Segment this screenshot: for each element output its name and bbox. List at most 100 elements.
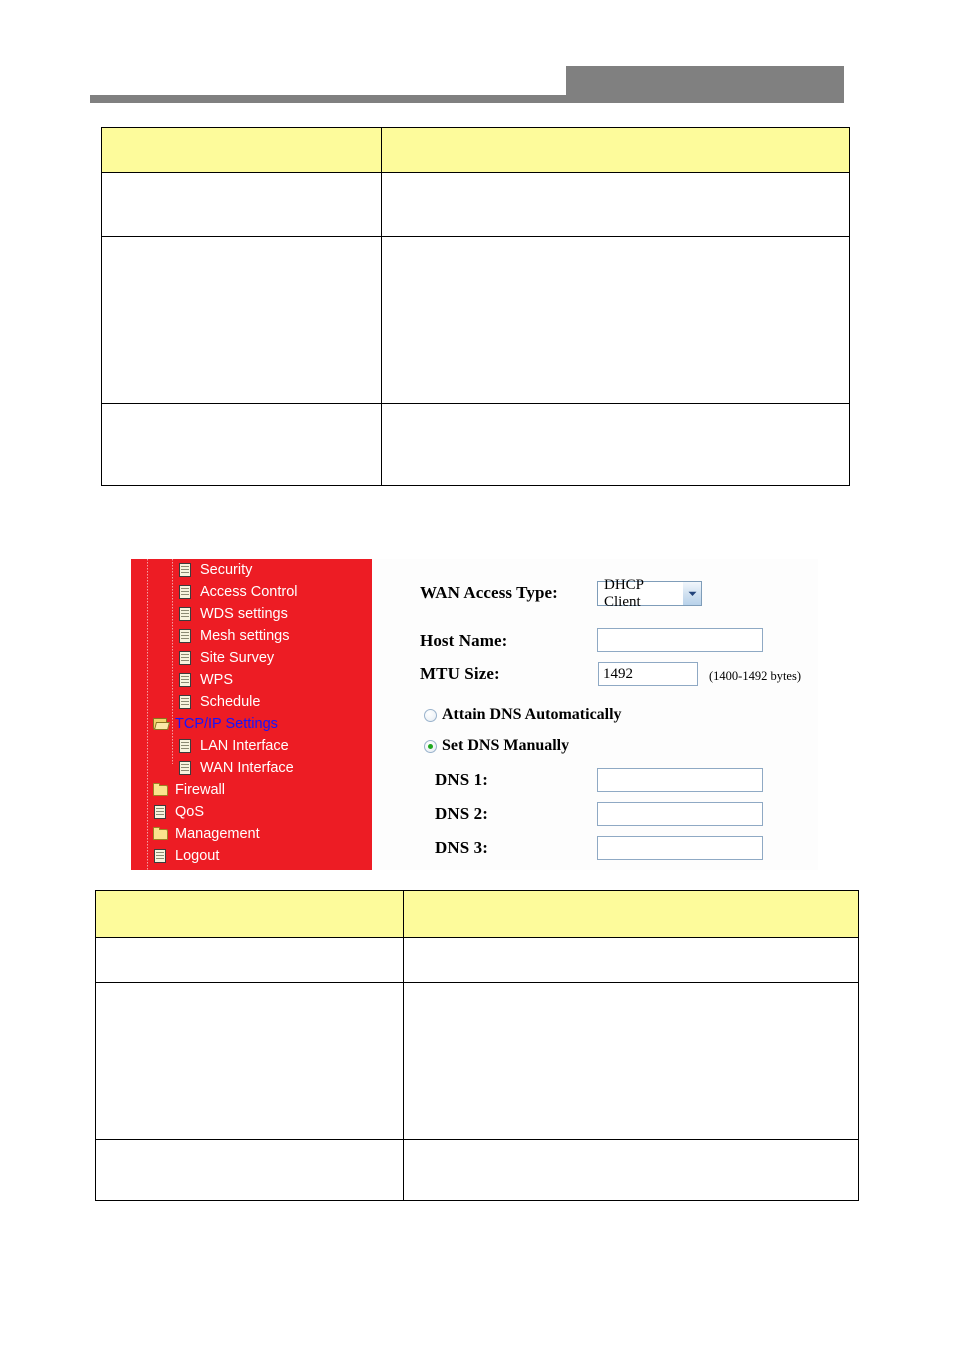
table-header-cell-name bbox=[95, 890, 404, 938]
wan-access-type-select[interactable]: DHCP Client bbox=[597, 576, 702, 610]
table-cell-description bbox=[403, 937, 859, 983]
sidebar-item-wds-settings[interactable]: WDS settings bbox=[131, 603, 372, 625]
radio-checked-icon[interactable] bbox=[424, 739, 437, 753]
table-cell-description bbox=[381, 403, 850, 486]
parameter-description-table-top bbox=[101, 127, 850, 486]
sidebar-item-lan-interface[interactable]: LAN Interface bbox=[131, 735, 372, 757]
dns2-input[interactable] bbox=[597, 802, 763, 826]
sidebar-item-label: Schedule bbox=[200, 694, 261, 710]
sidebar-item-management[interactable]: Management bbox=[131, 823, 372, 845]
table-row bbox=[101, 236, 850, 404]
dns1-input[interactable] bbox=[597, 768, 763, 792]
table-row bbox=[95, 1139, 859, 1201]
sidebar-item-label: Firewall bbox=[175, 782, 225, 798]
sidebar-item-wan-interface[interactable]: WAN Interface bbox=[131, 757, 372, 779]
page-icon bbox=[178, 672, 194, 688]
header-badge bbox=[566, 66, 844, 103]
sidebar-item-label: QoS bbox=[175, 804, 205, 820]
table-cell-description bbox=[403, 1139, 859, 1201]
dns2-row: DNS 2: bbox=[435, 804, 488, 824]
page-icon bbox=[178, 628, 194, 644]
mtu-size-row: MTU Size: bbox=[420, 664, 500, 684]
sidebar-item-mesh-settings[interactable]: Mesh settings bbox=[131, 625, 372, 647]
page-icon bbox=[178, 584, 194, 600]
chevron-down-icon[interactable] bbox=[682, 582, 701, 605]
attain-dns-automatically-label: Attain DNS Automatically bbox=[442, 706, 622, 723]
table-row bbox=[95, 937, 859, 983]
sidebar-item-wps[interactable]: WPS bbox=[131, 669, 372, 691]
table-header-row bbox=[95, 890, 859, 938]
dns2-label: DNS 2: bbox=[435, 804, 489, 823]
sidebar-item-label: Management bbox=[175, 826, 260, 842]
page-icon bbox=[153, 804, 169, 820]
table-cell-description bbox=[403, 982, 859, 1140]
sidebar-item-schedule[interactable]: Schedule bbox=[131, 691, 372, 713]
host-name-row: Host Name: bbox=[420, 631, 507, 651]
sidebar-item-site-survey[interactable]: Site Survey bbox=[131, 647, 372, 669]
sidebar-item-firewall[interactable]: Firewall bbox=[131, 779, 372, 801]
sidebar-item-label: Mesh settings bbox=[200, 628, 290, 644]
table-cell-name bbox=[101, 236, 382, 404]
wan-access-type-row: WAN Access Type: bbox=[420, 583, 558, 603]
sidebar-item-logout[interactable]: Logout bbox=[131, 845, 372, 867]
wan-access-type-label: WAN Access Type: bbox=[420, 583, 558, 602]
set-dns-manually-label: Set DNS Manually bbox=[442, 737, 570, 754]
radio-unchecked-icon[interactable] bbox=[424, 708, 437, 722]
table-cell-name bbox=[95, 1139, 404, 1201]
page-icon bbox=[178, 760, 194, 776]
sidebar-item-label: LAN Interface bbox=[200, 738, 289, 754]
page-icon bbox=[178, 562, 194, 578]
table-header-row bbox=[101, 127, 850, 173]
folder-icon bbox=[153, 782, 169, 798]
table-header-cell-name bbox=[101, 127, 382, 173]
set-dns-manually-option[interactable]: Set DNS Manually bbox=[424, 737, 569, 755]
dns3-row: DNS 3: bbox=[435, 838, 488, 858]
sidebar-item-label: TCP/IP Settings bbox=[175, 716, 278, 732]
sidebar-item-label: Logout bbox=[175, 848, 220, 864]
dns1-row: DNS 1: bbox=[435, 770, 488, 790]
sidebar-navigation-tree: Security Access Control WDS settings Mes… bbox=[131, 559, 372, 870]
mtu-size-hint: (1400-1492 bytes) bbox=[709, 669, 801, 683]
table-row bbox=[95, 982, 859, 1140]
sidebar-item-access-control[interactable]: Access Control bbox=[131, 581, 372, 603]
table-cell-description bbox=[381, 172, 850, 237]
attain-dns-automatically-option[interactable]: Attain DNS Automatically bbox=[424, 706, 622, 724]
page-icon bbox=[178, 650, 194, 666]
dns3-input[interactable] bbox=[597, 836, 763, 860]
header-rule-divider bbox=[90, 95, 566, 103]
mtu-size-label: MTU Size: bbox=[420, 664, 500, 683]
dns3-label: DNS 3: bbox=[435, 838, 489, 857]
sidebar-item-label: WDS settings bbox=[200, 606, 288, 622]
page-header bbox=[0, 0, 954, 110]
sidebar-item-label: Security bbox=[200, 562, 253, 578]
table-row bbox=[101, 403, 850, 486]
table-row bbox=[101, 172, 850, 237]
mtu-size-input[interactable] bbox=[598, 662, 698, 686]
host-name-label: Host Name: bbox=[420, 631, 508, 650]
table-cell-description bbox=[381, 236, 850, 404]
table-cell-name bbox=[101, 172, 382, 237]
page-icon bbox=[178, 738, 194, 754]
dns1-label: DNS 1: bbox=[435, 770, 489, 789]
sidebar-item-qos[interactable]: QoS bbox=[131, 801, 372, 823]
sidebar-item-security[interactable]: Security bbox=[131, 559, 372, 581]
table-header-cell-description bbox=[381, 127, 850, 173]
table-cell-name bbox=[95, 982, 404, 1140]
folder-icon bbox=[153, 826, 169, 842]
sidebar-item-label: WPS bbox=[200, 672, 234, 688]
page-icon bbox=[153, 848, 169, 864]
table-header-cell-description bbox=[403, 890, 859, 938]
table-cell-name bbox=[101, 403, 382, 486]
host-name-input[interactable] bbox=[597, 628, 763, 652]
table-cell-name bbox=[95, 937, 404, 983]
sidebar-item-label: WAN Interface bbox=[200, 760, 294, 776]
router-ui-figure: Security Access Control WDS settings Mes… bbox=[131, 559, 818, 870]
wan-settings-form-panel: WAN Access Type: DHCP Client Host Name: … bbox=[372, 559, 818, 870]
parameter-description-table-bottom bbox=[95, 890, 859, 1201]
page-icon bbox=[178, 606, 194, 622]
page-icon bbox=[178, 694, 194, 710]
sidebar-item-label: Access Control bbox=[200, 584, 298, 600]
wan-access-type-value: DHCP Client bbox=[604, 576, 644, 610]
sidebar-item-label: Site Survey bbox=[200, 650, 275, 666]
sidebar-item-tcpip-settings[interactable]: TCP/IP Settings bbox=[131, 713, 372, 735]
